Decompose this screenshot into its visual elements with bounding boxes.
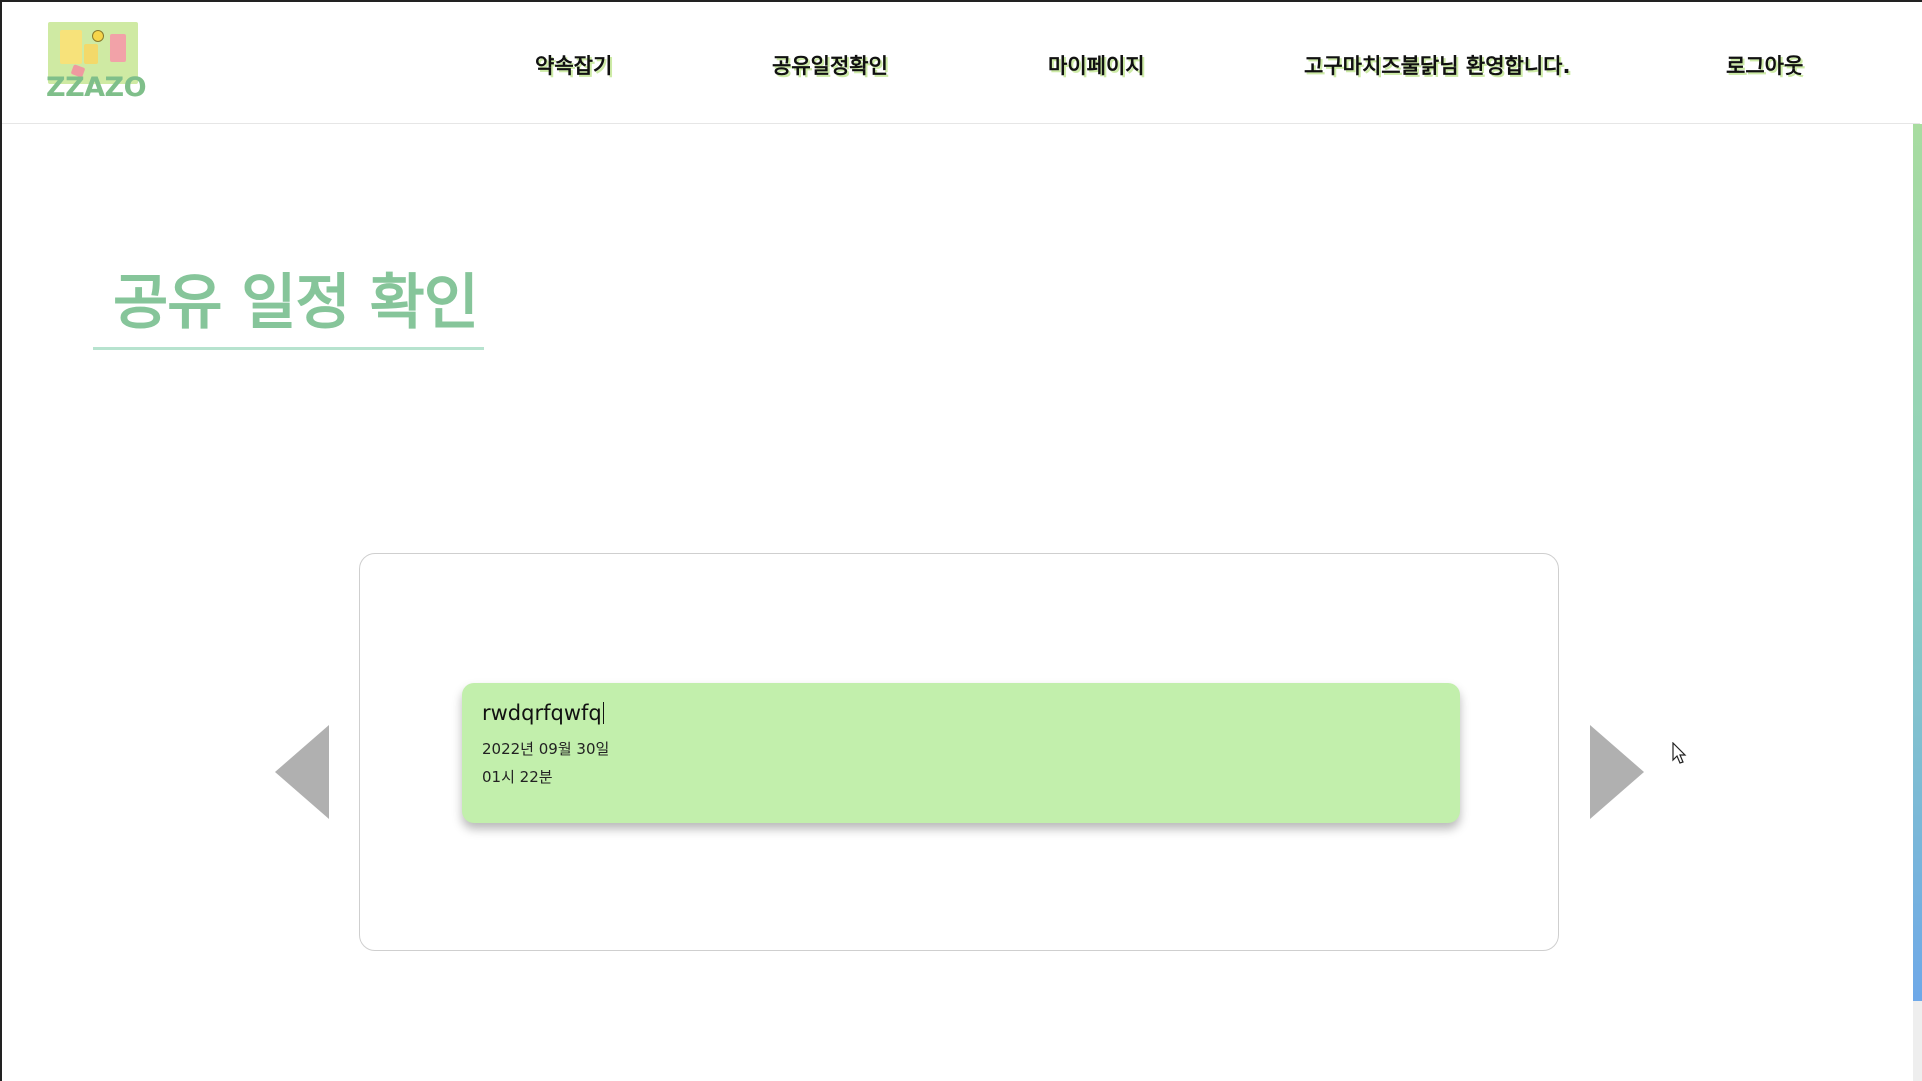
- header: ZZAZO 약속잡기 공유일정확인 마이페이지 고구마치즈불닭님 환영합니다. …: [2, 2, 1920, 124]
- prev-arrow-icon[interactable]: [275, 725, 329, 819]
- page-title-container: 공유 일정 확인: [93, 252, 484, 350]
- mouse-pointer-icon: [1672, 742, 1687, 764]
- page-title: 공유 일정 확인: [113, 268, 479, 338]
- smiley-icon: [92, 30, 104, 42]
- scrollbar-track[interactable]: [1913, 1001, 1922, 1081]
- sticky-note-icon: [60, 30, 82, 64]
- next-arrow-icon[interactable]: [1590, 725, 1644, 819]
- nav-welcome-user: 고구마치즈불닭님 환영합니다.: [1304, 54, 1571, 78]
- schedule-date: 2022년 09월 30일: [482, 740, 610, 758]
- schedule-time: 01시 22분: [482, 768, 553, 786]
- page: ZZAZO 약속잡기 공유일정확인 마이페이지 고구마치즈불닭님 환영합니다. …: [0, 0, 1922, 1081]
- nav-make-appointment[interactable]: 약속잡기: [535, 50, 612, 80]
- schedule-carousel: rwdqrfqwfq 2022년 09월 30일 01시 22분: [359, 553, 1559, 951]
- nav-mypage[interactable]: 마이페이지: [1048, 50, 1145, 80]
- schedule-title-text: rwdqrfqwfq: [482, 701, 602, 725]
- schedule-title: rwdqrfqwfq: [482, 701, 604, 725]
- logo[interactable]: ZZAZO: [46, 22, 147, 103]
- nav-logout[interactable]: 로그아웃: [1726, 50, 1803, 80]
- logo-text: ZZAZO: [46, 72, 147, 103]
- sticky-note-icon: [110, 34, 126, 62]
- sticky-note-icon: [84, 44, 98, 64]
- nav-shared-schedule[interactable]: 공유일정확인: [772, 50, 888, 80]
- schedule-card[interactable]: rwdqrfqwfq 2022년 09월 30일 01시 22분: [462, 683, 1460, 823]
- text-caret: [602, 702, 604, 724]
- scrollbar-thumb[interactable]: [1913, 124, 1922, 1001]
